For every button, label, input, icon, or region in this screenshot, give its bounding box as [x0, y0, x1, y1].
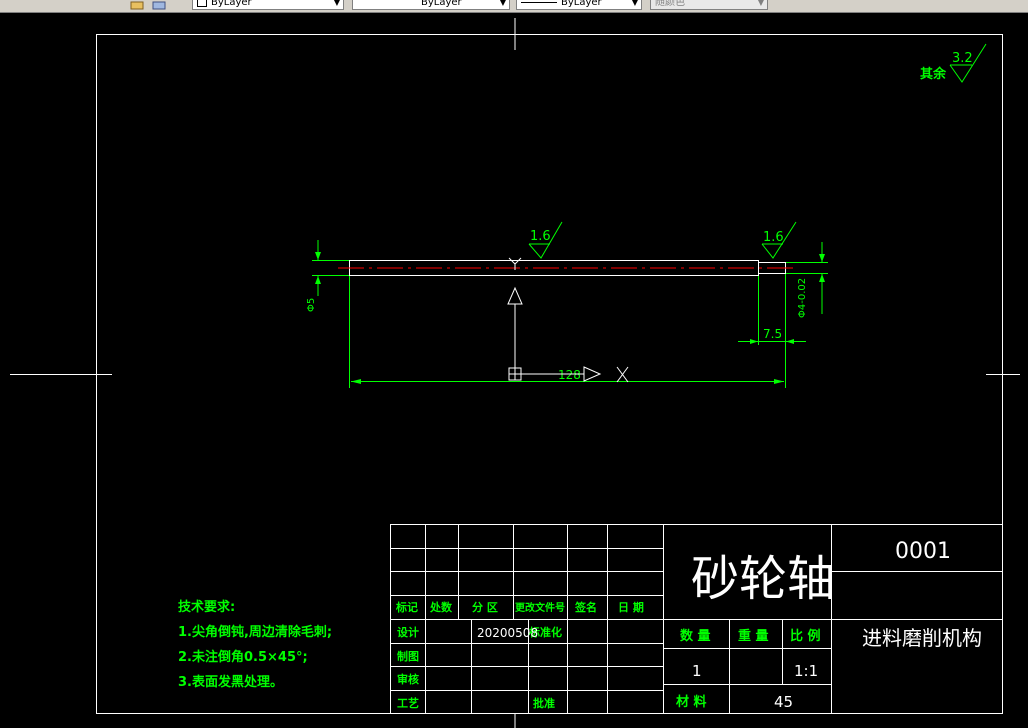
assembly-name: 进料磨削机构	[862, 626, 982, 650]
qty-value: 1	[692, 662, 702, 680]
notes-line-2: 2.未注倒角0.5×45°;	[178, 649, 308, 665]
lbl-draw: 制图	[397, 649, 419, 663]
lbl-weight: 重 量	[738, 628, 769, 644]
roughness-other-value: 3.2	[952, 51, 973, 66]
lbl-material: 材 料	[676, 694, 707, 710]
color-swatch-icon	[197, 0, 207, 7]
roughness-right-label: 1.6	[763, 230, 784, 245]
notes-line-1: 1.尖角倒钝,周边清除毛刺;	[178, 624, 332, 640]
hdr-mark: 标记	[395, 600, 418, 614]
part-name: 砂轮轴	[691, 551, 835, 607]
diameter-left-label: Φ5	[306, 298, 317, 312]
linetype-control[interactable]: ByLayer ▼	[352, 0, 510, 10]
drawing-canvas[interactable]: 1.6 1.6 3.2 其余 Φ5 Φ4-0.02 7.5 128 技术要求: …	[0, 12, 1028, 728]
notes-title: 技术要求:	[178, 599, 235, 615]
chevron-down-icon: ▼	[333, 0, 340, 7]
lbl-design: 设计	[397, 625, 419, 639]
hdr-sign: 签名	[574, 600, 597, 614]
lbl-check: 审核	[397, 672, 419, 686]
hdr-date: 日 期	[618, 600, 644, 614]
lbl-qty: 数 量	[680, 628, 711, 644]
color-value: ByLayer	[211, 0, 252, 8]
lineweight-sample-icon	[521, 1, 557, 3]
lineweight-control[interactable]: ByLayer ▼	[516, 0, 642, 10]
chevron-down-icon: ▼	[757, 0, 764, 7]
lbl-approve: 批准	[533, 696, 555, 710]
color-control[interactable]: ByLayer ▼	[192, 0, 344, 10]
dimension-arrows	[315, 252, 825, 384]
hdr-doc: 更改文件号	[515, 601, 565, 614]
ucs-icon	[507, 257, 629, 383]
step-length-label: 7.5	[763, 327, 782, 341]
diameter-right-label: Φ4-0.02	[797, 278, 808, 318]
plotstyle-value: 随颜色	[655, 0, 685, 8]
lbl-scale: 比 例	[790, 628, 821, 644]
roughness-other-label: 其余	[920, 66, 947, 82]
total-length-label: 128	[558, 368, 581, 382]
layer-previous-icon[interactable]	[152, 0, 166, 10]
dimension-lines	[312, 43, 987, 388]
material-value: 45	[774, 693, 793, 711]
design-date: 20200508	[477, 626, 538, 640]
chevron-down-icon: ▼	[499, 0, 506, 7]
notes-line-3: 3.表面发黑处理。	[178, 674, 283, 690]
scale-value: 1:1	[794, 662, 818, 680]
drawing-number: 0001	[895, 539, 951, 564]
lineweight-value: ByLayer	[561, 0, 602, 8]
roughness-top-label: 1.6	[530, 229, 551, 244]
layer-state-icon[interactable]	[130, 0, 144, 10]
technical-notes: 技术要求: 1.尖角倒钝,周边清除毛刺; 2.未注倒角0.5×45°; 3.表面…	[178, 599, 332, 690]
linetype-value: ByLayer	[421, 0, 462, 8]
lbl-process: 工艺	[397, 696, 419, 710]
hdr-zone: 分 区	[472, 600, 498, 614]
plotstyle-control[interactable]: 随颜色 ▼	[650, 0, 768, 10]
chevron-down-icon: ▼	[631, 0, 638, 7]
hdr-count: 处数	[429, 600, 453, 614]
